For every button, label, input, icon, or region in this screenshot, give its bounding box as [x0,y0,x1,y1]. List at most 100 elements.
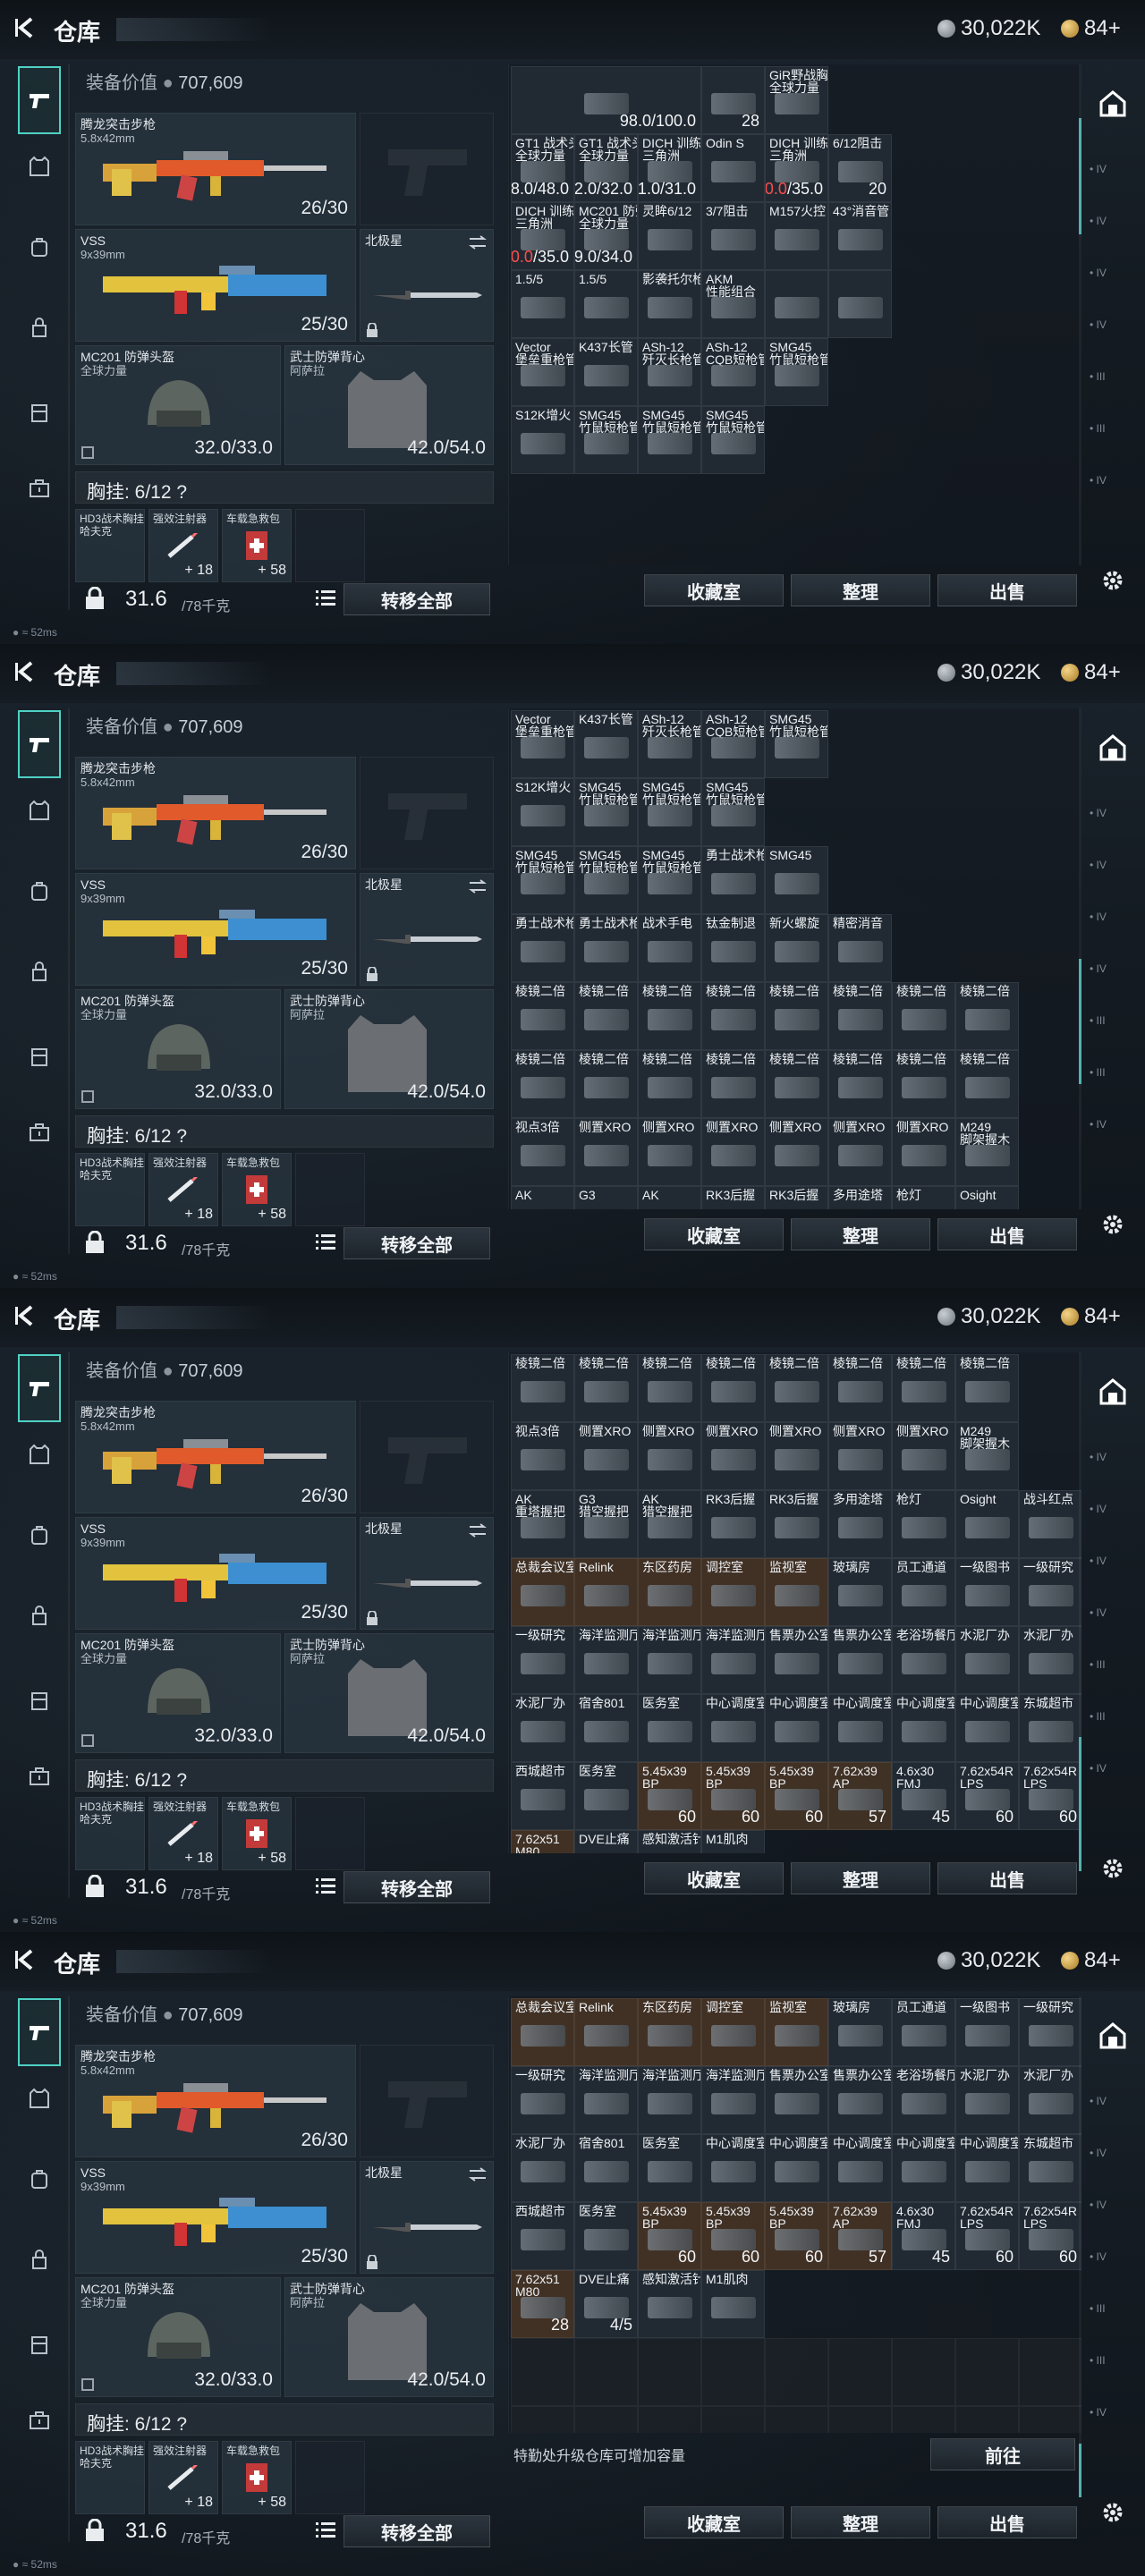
storage-item[interactable]: 宿舍801 [574,1694,638,1762]
primary-weapon-slot[interactable]: 腾龙突击步枪 5.8x42mm 26/30 [75,113,356,225]
storage-item[interactable]: 视点3倍 [511,1422,574,1490]
transfer-all-button[interactable]: 转移全部 [344,2515,490,2547]
storage-page-tab[interactable]: • IV [1090,859,1136,884]
sell-button[interactable]: 出售 [937,574,1077,606]
nav-backpack-tab[interactable] [18,1513,61,1556]
nav-container-tab[interactable] [18,1035,61,1078]
storage-item[interactable]: 水泥厂办 [511,1694,574,1762]
transfer-all-button[interactable]: 转移全部 [344,1871,490,1903]
storage-item[interactable]: 战术手电 [638,914,701,982]
storage-item[interactable]: 中心调度室 [892,2134,955,2202]
storage-item[interactable]: 玻璃房 [828,1998,892,2066]
armor-slot[interactable]: 武士防弹背心 阿萨拉 42.0/54.0 [284,345,494,465]
storage-item[interactable]: 棱镜二倍 [765,1050,828,1118]
storage-item[interactable]: 侧置XRO [574,1118,638,1186]
nav-container-tab[interactable] [18,2323,61,2366]
storage-page-tab[interactable]: • IV [1090,962,1136,987]
storage-item[interactable]: 感知激活针 [638,2270,701,2338]
transfer-all-button[interactable]: 转移全部 [344,1227,490,1259]
nav-armor-tab[interactable] [18,145,61,188]
storage-item[interactable]: 多用途塔 [828,1490,892,1558]
sell-button[interactable]: 出售 [937,1862,1077,1894]
storage-item[interactable]: Vector 堡垒重枪管 [511,338,574,406]
storage-item[interactable]: 钛金制退 [701,914,765,982]
storage-item[interactable]: 棱镜二倍 [828,1354,892,1422]
empty-storage-cell[interactable] [638,2406,701,2433]
storage-item[interactable]: DICH 训练头盔三角洲31.0/31.0 [638,134,701,202]
mini-slot-medkit[interactable]: 车载急救包 + 58 [222,1153,292,1226]
storage-item[interactable] [828,270,892,338]
storage-item[interactable]: M1肌肉 [701,1830,765,1853]
storage-item[interactable]: ASh-12 CQB短枪管 [701,338,765,406]
storage-item[interactable]: AK 猎空握把 [638,1490,701,1558]
storage-item[interactable]: 战斗红点 [1019,1490,1081,1558]
storage-item[interactable]: 棱镜二倍 [828,1050,892,1118]
empty-storage-cell[interactable] [638,2338,701,2406]
storage-page-tab[interactable]: • IV [1090,215,1136,240]
secondary-weapon-slot[interactable]: VSS 9x39mm 25/30 [75,229,356,342]
warehouse-icon[interactable] [1093,728,1132,767]
storage-page-tab[interactable]: • III [1090,2354,1136,2379]
empty-storage-cell[interactable] [765,2406,828,2433]
storage-item[interactable]: SMG45 竹鼠短枪管 [701,406,765,474]
storage-item[interactable]: 5.45x39 BP 60 [638,1762,701,1830]
storage-item[interactable]: RK3后握 [701,1490,765,1558]
gold-balance[interactable]: 84+ [1061,659,1121,686]
storage-item[interactable]: M157火控 [765,202,828,270]
storage-item[interactable]: Osight [955,1490,1019,1558]
storage-item[interactable]: 中心调度室 [955,1694,1019,1762]
storage-page-tab[interactable]: • IV [1090,318,1136,343]
collection-button[interactable]: 收藏室 [644,2506,784,2538]
mini-slot-chest-rig[interactable]: HD3战术胸挂 哈夫克 [75,1153,145,1226]
warehouse-icon[interactable] [1093,2016,1132,2055]
melee-slot[interactable]: 北极星 [360,1517,494,1630]
swap-icon[interactable] [468,2167,488,2182]
helmet-slot[interactable]: MC201 防弹头盔 全球力量 32.0/33.0 [75,989,281,1109]
storage-item[interactable]: 枪灯 [892,1490,955,1558]
mini-slot-chest-rig[interactable]: HD3战术胸挂 哈夫克 [75,509,145,582]
storage-item[interactable]: 西城超市 [511,1762,574,1830]
storage-page-tab[interactable]: • IV [1090,2147,1136,2172]
empty-storage-cell[interactable] [955,2338,1019,2406]
swap-icon[interactable] [468,235,488,250]
sidearm-slot[interactable] [360,1401,494,1513]
storage-item[interactable]: 棱镜二倍 [892,1050,955,1118]
sidearm-slot[interactable] [360,113,494,225]
empty-storage-cell[interactable] [574,2338,638,2406]
storage-item[interactable]: 影袭托尔枪托 [638,270,701,338]
storage-item[interactable]: 3/7阻击 [701,202,765,270]
storage-item[interactable]: G3 [574,1186,638,1209]
storage-item[interactable]: 一级图书 [955,1998,1019,2066]
nav-weapons-tab[interactable] [18,1998,61,2066]
storage-item[interactable]: 中心调度室 [828,1694,892,1762]
storage-page-tab[interactable]: • III [1090,1658,1136,1683]
transfer-all-button[interactable]: 转移全部 [344,583,490,615]
storage-item[interactable]: SMG45 竹鼠短枪管 [765,338,828,406]
list-icon[interactable] [315,1877,336,1894]
storage-item[interactable]: 棱镜二倍 [701,1050,765,1118]
storage-item[interactable]: K437长管 [574,710,638,778]
storage-page-tab[interactable]: • IV [1090,807,1136,832]
nav-pouch-tab[interactable] [18,306,61,349]
storage-item[interactable]: 棱镜二倍 [955,982,1019,1050]
storage-item[interactable]: 员工通道 [892,1998,955,2066]
storage-item[interactable]: 海洋监测厅 [701,1626,765,1694]
storage-item[interactable]: 5.45x39 BP 60 [701,2202,765,2270]
storage-item[interactable]: 7.62x51 M80 28 [511,2270,574,2338]
storage-scrollbar[interactable] [1079,64,1081,565]
storage-item[interactable]: RK3后握 [765,1186,828,1209]
storage-item[interactable]: 棱镜二倍 [511,982,574,1050]
chest-rig-bar[interactable]: 胸挂: 6/12 ? [75,2403,494,2436]
helmet-slot[interactable]: MC201 防弹头盔 全球力量 32.0/33.0 [75,345,281,465]
storage-item[interactable]: 4.6x30 FMJ 45 [892,2202,955,2270]
armor-slot[interactable]: 武士防弹背心 阿萨拉 42.0/54.0 [284,1633,494,1753]
empty-storage-cell[interactable] [574,2406,638,2433]
storage-item[interactable]: DVE止痛 4/5 [574,2270,638,2338]
melee-slot[interactable]: 北极星 [360,229,494,342]
storage-item[interactable]: 一级研究 [1019,1998,1081,2066]
mini-slot-empty[interactable] [295,1153,365,1226]
storage-item[interactable]: 棱镜二倍 [638,982,701,1050]
storage-item[interactable]: SMG45 竹鼠短枪管 [701,778,765,846]
nav-weapons-tab[interactable] [18,1354,61,1422]
back-arrow-icon[interactable] [13,658,39,685]
